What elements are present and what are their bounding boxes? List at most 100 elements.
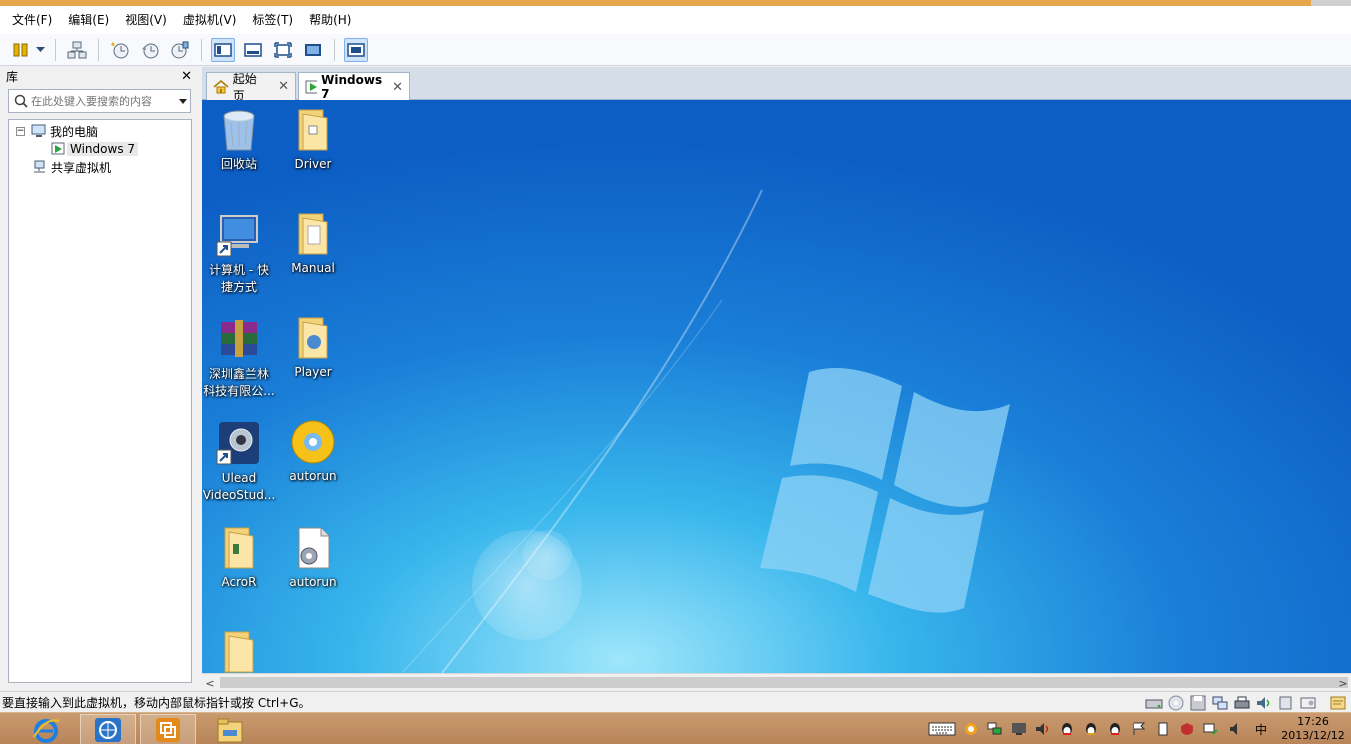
tray-wifi-icon[interactable] — [1201, 720, 1221, 738]
desktop-icon-ulead-videostudio[interactable]: Ulead VideoStud... — [202, 420, 276, 504]
desktop-icon-winrar-archive[interactable]: 深圳鑫兰林 科技有限公... — [202, 316, 276, 400]
desktop-icon-recycle-bin[interactable]: 回收站 — [202, 106, 276, 173]
sound-icon[interactable] — [1255, 695, 1273, 711]
desktop-icon-autorun-disc[interactable]: autorun — [276, 418, 350, 485]
settings-file-icon — [298, 527, 330, 569]
tray-security-icon[interactable] — [1177, 720, 1197, 738]
tray-speaker-icon[interactable] — [1225, 720, 1245, 738]
tree-node-windows7[interactable]: Windows 7 — [51, 140, 139, 158]
tree-node-my-computer[interactable]: − 我的电脑 — [16, 122, 101, 140]
dropdown-icon[interactable] — [34, 38, 46, 62]
tray-network-icon[interactable] — [985, 720, 1005, 738]
network-app-icon — [95, 717, 121, 742]
menu-edit[interactable]: 编辑(E) — [60, 6, 117, 34]
tray-qq3-icon[interactable] — [1105, 720, 1125, 738]
menu-tabs[interactable]: 标签(T) — [244, 6, 301, 34]
unity-icon[interactable] — [301, 38, 325, 62]
folder-icon — [224, 527, 254, 569]
winrar-archive-icon — [221, 320, 257, 357]
taskbar-file-explorer[interactable] — [202, 714, 258, 744]
keyboard-icon[interactable] — [927, 720, 957, 738]
ulead-videostudio-icon — [216, 422, 259, 465]
tab-home-label: 起始页 — [232, 71, 257, 103]
clock-time: 17:26 — [1297, 715, 1329, 728]
printer-icon[interactable] — [1233, 695, 1251, 711]
clock-date: 2013/12/12 — [1281, 729, 1345, 742]
windows-logo — [760, 367, 1010, 613]
search-dropdown-icon[interactable] — [176, 98, 190, 104]
fullscreen-icon[interactable] — [271, 38, 295, 62]
network-icon[interactable] — [65, 38, 89, 62]
thumbnail-view-icon[interactable] — [241, 38, 265, 62]
desktop-icon-driver[interactable]: Driver — [276, 106, 350, 173]
folder-icon — [224, 631, 254, 673]
clock[interactable]: 17:26 2013/12/12 — [1275, 715, 1351, 743]
tab-windows7-label: Windows 7 — [321, 73, 383, 101]
pause-icon[interactable] — [9, 38, 33, 62]
taskbar-internet-explorer[interactable] — [18, 714, 74, 744]
tray-flag-icon[interactable] — [1129, 720, 1149, 738]
console-view-icon[interactable] — [211, 37, 235, 62]
library-tree: − 我的电脑 Windows 7 共享虚拟机 — [8, 119, 192, 683]
taskbar-vmware[interactable] — [140, 714, 196, 744]
horizontal-scrollbar[interactable]: < > — [202, 673, 1351, 691]
input-language-indicator[interactable]: 中 — [1255, 721, 1267, 738]
computer-icon — [31, 124, 46, 137]
tray-qq2-icon[interactable] — [1081, 720, 1101, 738]
menu-help[interactable]: 帮助(H) — [301, 6, 359, 34]
search-icon — [14, 94, 28, 108]
recycle-bin-icon — [223, 110, 255, 151]
folder-icon — [298, 213, 328, 255]
home-icon — [213, 79, 229, 93]
scroll-left-icon[interactable]: < — [202, 674, 218, 692]
vm-running-icon — [51, 142, 65, 155]
network-adapter-icon[interactable] — [1211, 695, 1229, 711]
tray-qq-icon[interactable] — [1057, 720, 1077, 738]
tab-windows7-close-icon[interactable]: ✕ — [392, 80, 403, 95]
tab-home-close-icon[interactable]: ✕ — [278, 79, 289, 94]
tray-device-icon[interactable] — [1153, 720, 1173, 738]
scroll-right-icon[interactable]: > — [1335, 674, 1351, 692]
desktop-icon-computer-shortcut[interactable]: 计算机 - 快 捷方式 — [202, 212, 276, 296]
desktop-icon-player[interactable]: Player — [276, 314, 350, 381]
menu-vm[interactable]: 虚拟机(V) — [175, 6, 245, 34]
snapshot-manager-icon[interactable] — [168, 38, 192, 62]
vm-running-icon — [305, 80, 318, 94]
menu-view[interactable]: 视图(V) — [117, 6, 175, 34]
cd-icon[interactable] — [1167, 695, 1185, 711]
desktop-icon-folder[interactable] — [202, 628, 276, 673]
menu-file[interactable]: 文件(F) — [4, 6, 60, 34]
library-close-icon[interactable]: ✕ — [181, 69, 192, 84]
library-search — [8, 89, 191, 113]
internet-explorer-icon — [33, 718, 60, 743]
file-explorer-icon — [217, 718, 243, 742]
tray-app-icon[interactable] — [961, 720, 981, 738]
usb-icon[interactable] — [1299, 695, 1317, 711]
tray-volume-icon[interactable] — [1033, 720, 1053, 738]
scroll-thumb[interactable] — [220, 677, 1348, 688]
desktop-icon-manual[interactable]: Manual — [276, 210, 350, 277]
taskbar-network-app[interactable] — [80, 714, 136, 744]
tray-monitor-icon[interactable] — [1009, 720, 1029, 738]
revert-snapshot-icon[interactable] — [138, 38, 162, 62]
message-icon[interactable] — [1329, 695, 1347, 711]
floppy-icon[interactable] — [1189, 695, 1207, 711]
tab-home[interactable]: 起始页 ✕ — [206, 72, 296, 103]
display-icon[interactable] — [1277, 695, 1295, 711]
library-title: 库 — [6, 69, 19, 84]
cd-disc-icon — [291, 420, 335, 464]
search-input[interactable] — [28, 94, 176, 108]
vm-desktop[interactable]: 回收站 计算机 - 快 捷方式 深圳鑫兰林 科技有限公... Ulead Vid… — [202, 100, 1351, 673]
desktop-icon-autorun-settings[interactable]: autorun — [276, 524, 350, 591]
folder-icon — [298, 109, 328, 151]
folder-icon — [298, 317, 328, 359]
hard-disk-icon[interactable] — [1145, 695, 1163, 711]
toolbar — [0, 34, 1351, 66]
tree-node-shared-vms[interactable]: 共享虚拟机 — [32, 158, 114, 176]
library-view-icon[interactable] — [344, 37, 368, 62]
shared-vm-icon — [34, 160, 45, 173]
tab-windows7[interactable]: Windows 7 ✕ — [298, 72, 410, 101]
snapshot-icon[interactable] — [108, 38, 132, 62]
collapse-icon[interactable]: − — [16, 126, 25, 136]
desktop-icon-acror[interactable]: AcroR — [202, 524, 276, 591]
